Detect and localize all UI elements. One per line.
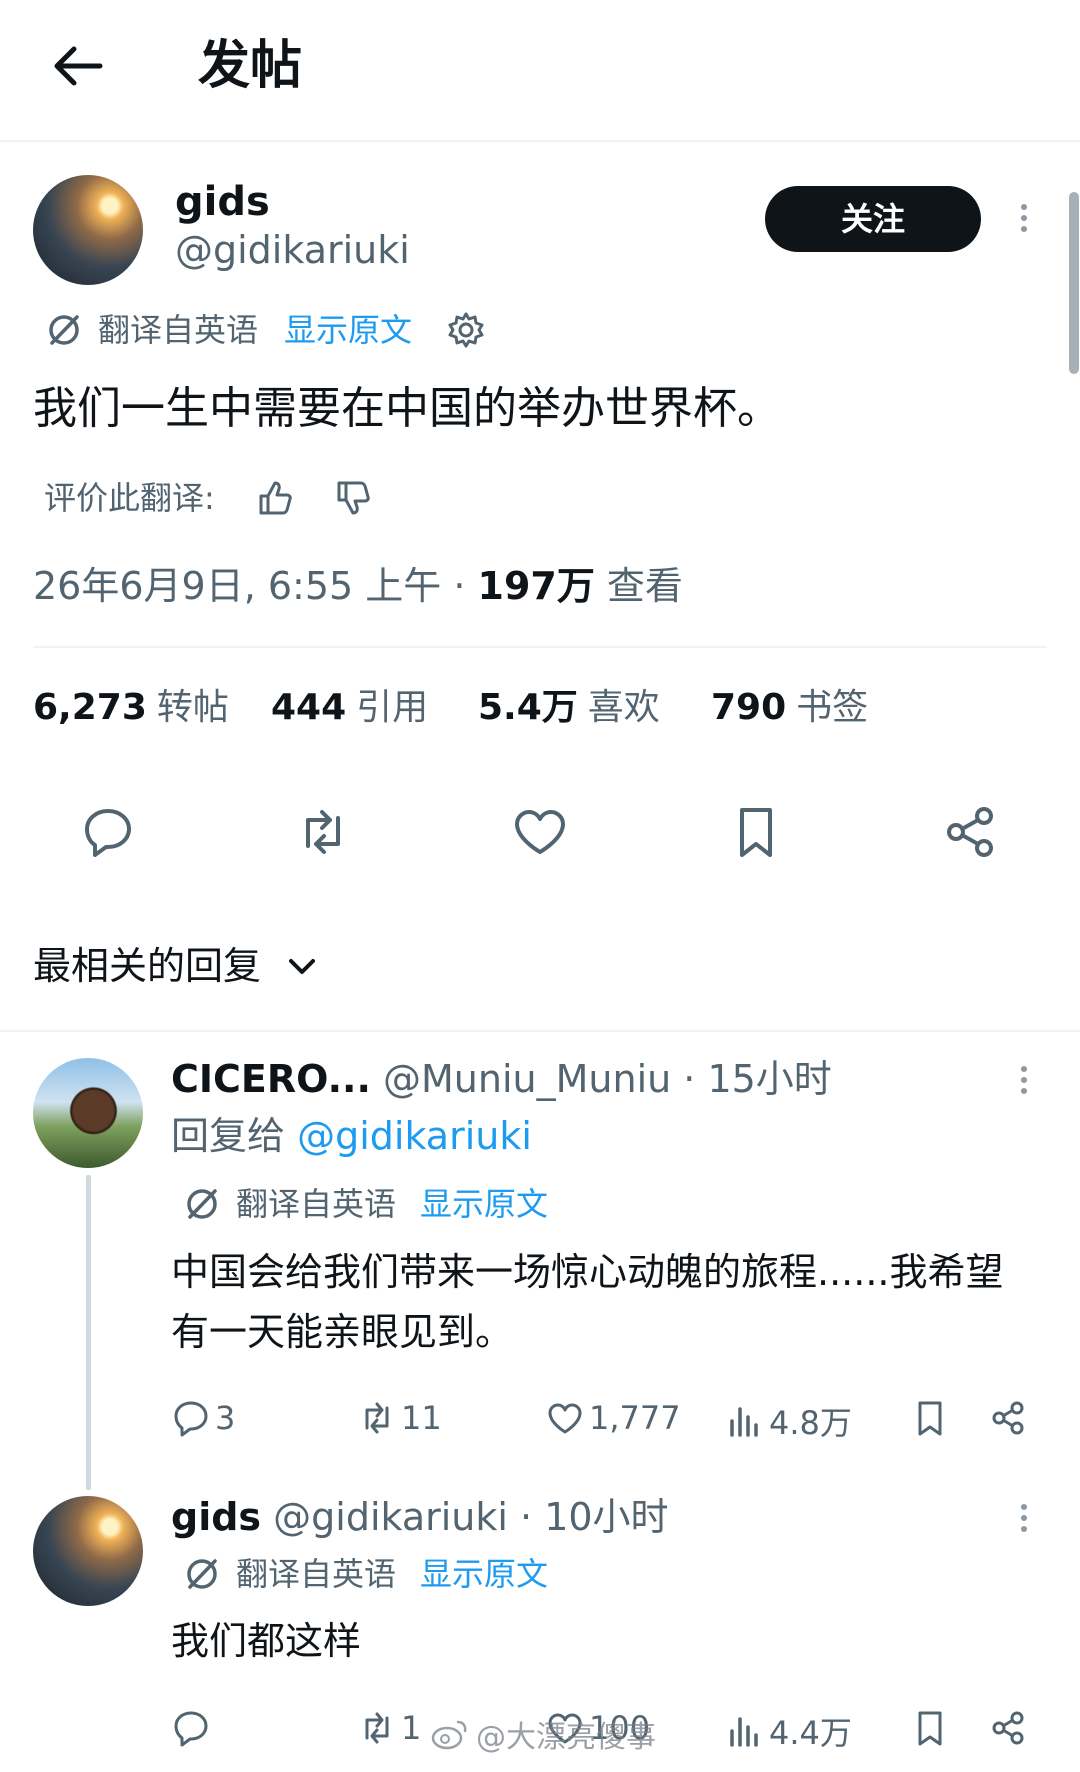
view-count[interactable]: 4.8万 (725, 1398, 852, 1444)
thread-line (86, 1175, 91, 1490)
chevron-down-icon (285, 949, 319, 983)
author-display-name[interactable]: gids (175, 178, 270, 226)
thumbs-up-icon[interactable] (255, 478, 295, 518)
views-count: 197万 (477, 564, 595, 608)
translation-row: 翻译自英语 显示原文 (182, 1182, 548, 1226)
translation-row: 翻译自英语 显示原文 (182, 1552, 548, 1596)
repost-icon (357, 1708, 397, 1748)
stat-likes[interactable]: 5.4万 喜欢 (478, 683, 660, 733)
like-heart-icon (545, 1398, 585, 1438)
reply-count[interactable] (171, 1708, 215, 1748)
replying-to-label: 回复给 (171, 1114, 298, 1158)
thumbs-down-icon[interactable] (333, 478, 373, 518)
rate-translation-row: 评价此翻译: (44, 476, 373, 520)
bookmark-icon[interactable] (726, 802, 786, 862)
reply-time[interactable]: · 15小时 (671, 1057, 832, 1101)
watermark-text: @大漂亮傻事 (476, 1720, 656, 1755)
translate-icon (44, 310, 84, 350)
views-label: 查看 (594, 564, 683, 608)
reply-header: gids @gidikariuki · 10小时 (171, 1492, 669, 1542)
like-heart-icon[interactable] (510, 802, 570, 862)
analytics-bars-icon (725, 1401, 765, 1441)
post-meta: 26年6月9日, 6:55 上午 · 197万 查看 (33, 560, 683, 612)
author-avatar[interactable] (33, 175, 143, 285)
author-handle[interactable]: @gidikariuki (175, 226, 410, 274)
translate-icon (182, 1184, 222, 1224)
divider (0, 1030, 1080, 1032)
page-title: 发帖 (198, 36, 303, 96)
more-options-icon[interactable] (1014, 1500, 1034, 1540)
repost-count[interactable]: 11 (357, 1398, 442, 1438)
translated-from-label: 翻译自英语 (98, 311, 259, 349)
post-text: 我们一生中需要在中国的举办世界杯。 (33, 383, 781, 434)
follow-button[interactable]: 关注 (765, 186, 981, 252)
repost-count[interactable]: 1 (357, 1708, 421, 1748)
reply-icon (171, 1708, 211, 1748)
replying-to: 回复给 @gidikariuki (171, 1110, 532, 1162)
reply-author-avatar[interactable] (33, 1496, 143, 1606)
translated-from-label: 翻译自英语 (236, 1185, 397, 1223)
share-icon[interactable] (988, 1398, 1028, 1438)
back-arrow-icon[interactable] (48, 36, 108, 96)
show-original-link[interactable]: 显示原文 (420, 1182, 548, 1226)
reply-author-avatar[interactable] (33, 1058, 143, 1168)
reply-icon[interactable] (78, 802, 138, 862)
reply-text: 我们都这样 (171, 1619, 362, 1663)
show-original-link[interactable]: 显示原文 (284, 308, 412, 352)
share-icon[interactable] (988, 1708, 1028, 1748)
bookmark-icon[interactable] (910, 1708, 950, 1748)
repost-icon (357, 1398, 397, 1438)
reply-count[interactable]: 3 (171, 1398, 235, 1438)
post-timestamp[interactable]: 26年6月9日, 6:55 上午 · (33, 564, 478, 608)
top-bar: 发帖 (0, 0, 1080, 142)
divider (33, 646, 1047, 648)
replies-sort-dropdown[interactable]: 最相关的回复 (33, 940, 319, 992)
bookmark-icon[interactable] (910, 1398, 950, 1438)
more-options-icon[interactable] (1014, 200, 1034, 240)
scrollbar[interactable] (1069, 192, 1079, 374)
reply-icon (171, 1398, 211, 1438)
translated-from-label: 翻译自英语 (236, 1555, 397, 1593)
rate-translation-label: 评价此翻译: (44, 479, 215, 517)
reply-handle[interactable]: @gidikariuki (273, 1495, 508, 1539)
translation-settings-gear-icon[interactable] (446, 310, 486, 350)
weibo-logo-icon (430, 1717, 470, 1751)
reply-time[interactable]: · 10小时 (508, 1495, 669, 1539)
stat-bookmarks[interactable]: 790 书签 (711, 683, 868, 733)
stat-reposts[interactable]: 6,273 转帖 (33, 683, 229, 733)
replying-to-handle[interactable]: @gidikariuki (297, 1114, 532, 1158)
like-count[interactable]: 1,777 (545, 1398, 681, 1438)
watermark: @大漂亮傻事 (430, 1712, 656, 1756)
view-count[interactable]: 4.4万 (725, 1708, 852, 1754)
more-options-icon[interactable] (1014, 1062, 1034, 1102)
translate-icon (182, 1554, 222, 1594)
reply-text: 中国会给我们带来一场惊心动魄的旅程......我希望有一天能亲眼见到。 (171, 1250, 1004, 1354)
stat-quotes[interactable]: 444 引用 (271, 683, 428, 733)
translation-row: 翻译自英语 显示原文 (44, 308, 486, 352)
reply-display-name[interactable]: CICERO... (171, 1057, 371, 1101)
replies-sort-label: 最相关的回复 (33, 944, 262, 988)
reply-handle[interactable]: @Muniu_Muniu (383, 1057, 671, 1101)
share-icon[interactable] (940, 802, 1000, 862)
reply-display-name[interactable]: gids (171, 1495, 261, 1539)
repost-icon[interactable] (293, 802, 353, 862)
reply-header: CICERO... @Muniu_Muniu · 15小时 (171, 1054, 832, 1104)
analytics-bars-icon (725, 1711, 765, 1751)
show-original-link[interactable]: 显示原文 (420, 1552, 548, 1596)
